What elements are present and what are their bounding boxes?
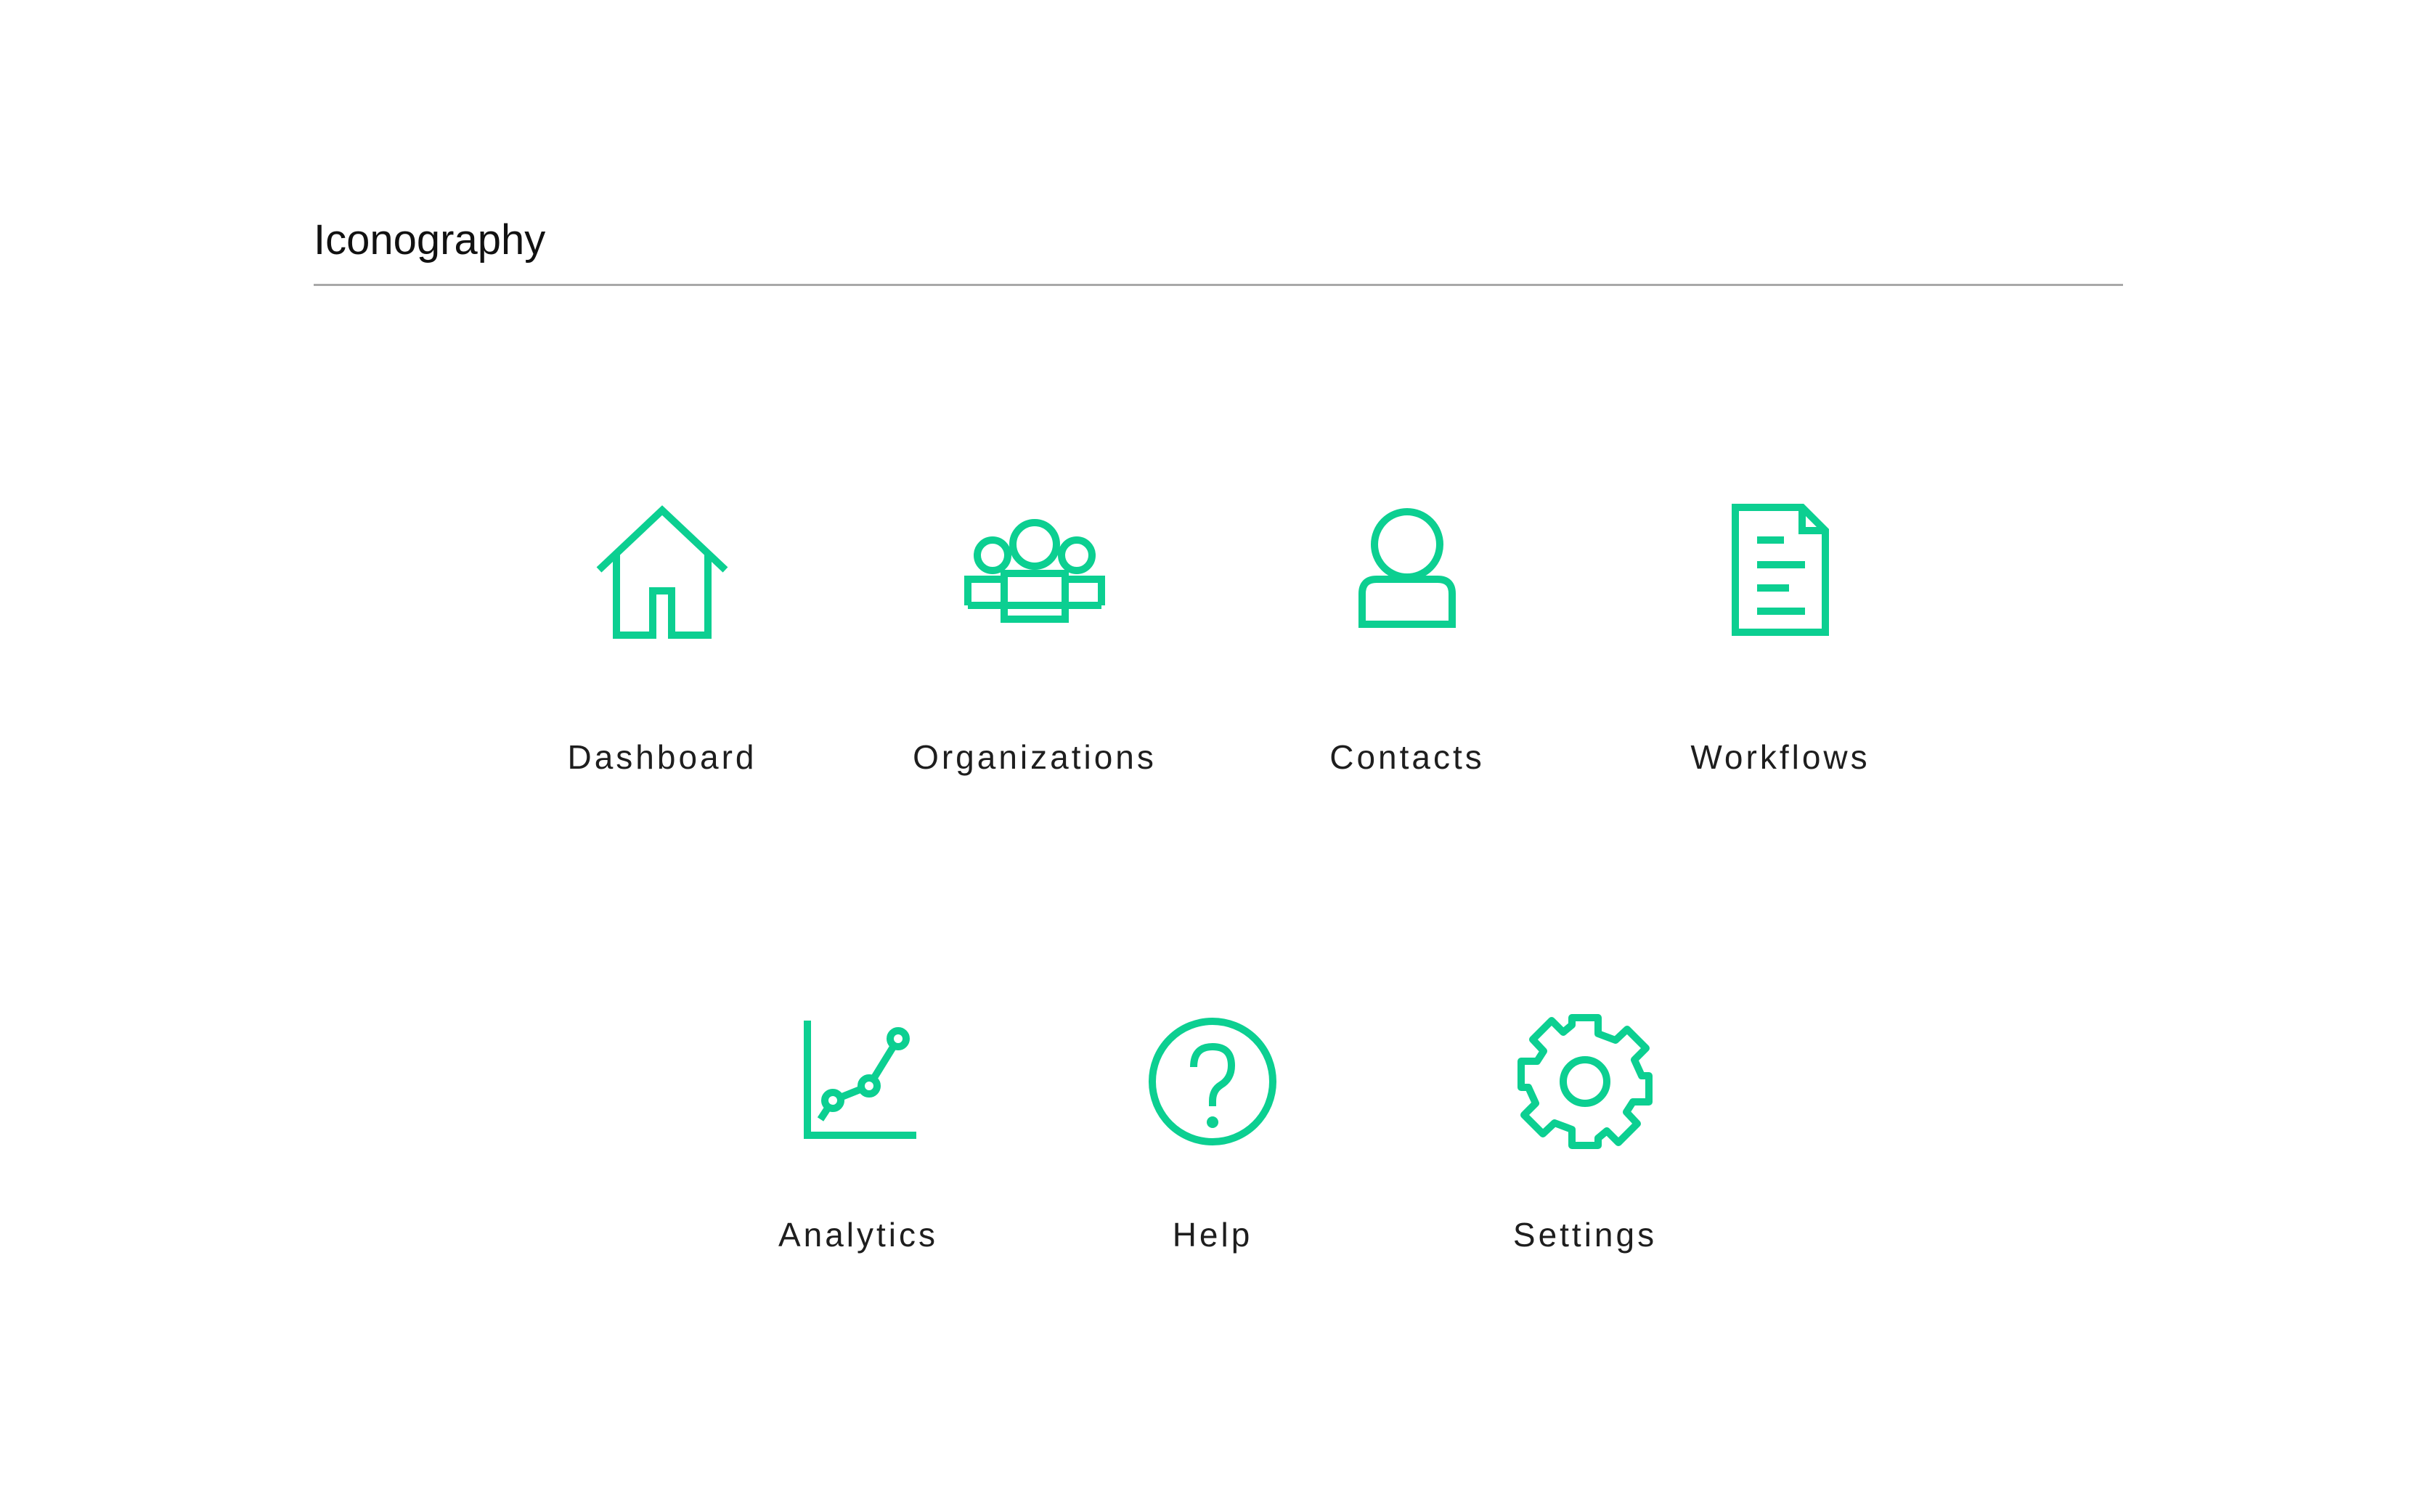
user-icon [1358, 508, 1456, 628]
users-group-icon [964, 519, 1105, 623]
icon-label: Dashboard [567, 738, 757, 776]
icon-label: Analytics [778, 1216, 939, 1254]
icon-label: Organizations [913, 738, 1157, 776]
icon-label: Workflows [1690, 738, 1870, 776]
document-icon [1732, 504, 1829, 636]
home-icon [596, 505, 728, 639]
icon-label: Contacts [1329, 738, 1485, 776]
section-title: Iconography [314, 216, 546, 263]
section-divider [314, 284, 2123, 286]
gear-icon [1517, 1014, 1653, 1149]
help-icon [1149, 1018, 1276, 1145]
icon-label: Settings [1512, 1216, 1658, 1254]
icon-label: Help [1172, 1216, 1253, 1254]
chart-icon [804, 1021, 916, 1139]
